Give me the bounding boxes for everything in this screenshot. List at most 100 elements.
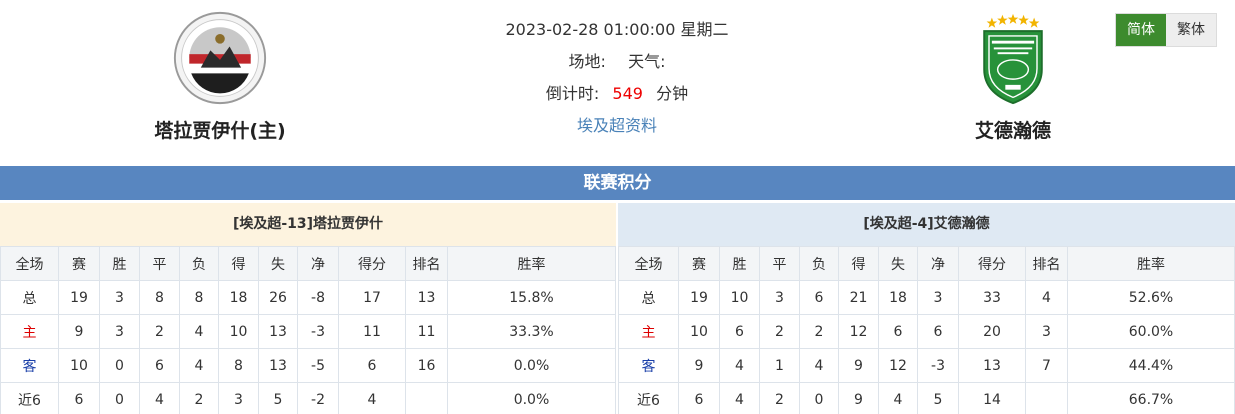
league-info-link[interactable]: 埃及超资料	[577, 116, 657, 135]
cell-played: 9	[678, 348, 720, 383]
column-header-rank: 排名	[1025, 246, 1068, 281]
cell-win: 4	[719, 348, 760, 383]
cell-draw: 6	[139, 348, 180, 383]
cell-loss: 4	[179, 314, 219, 349]
traditional-chinese-button[interactable]: 繁体	[1166, 14, 1216, 46]
home-team-name[interactable]: 塔拉贾伊什(主)	[120, 116, 320, 143]
cell-rank: 13	[405, 280, 448, 315]
cell-goals-against: 6	[878, 314, 918, 349]
cell-rank: 4	[1025, 280, 1068, 315]
cell-played: 9	[58, 314, 100, 349]
away-standings-table: 全场赛胜平负得失净得分 排名 胜率 总 19 10 3 6 21 18 3 33 4 52.6% 主 10 6…	[618, 246, 1235, 414]
cell-goals-for: 10	[218, 314, 259, 349]
column-header-points: 得分	[958, 246, 1026, 281]
cell-goal-diff: 6	[917, 314, 959, 349]
cell-played: 6	[678, 382, 720, 414]
cell-rank: 16	[405, 348, 448, 383]
home-standings-table: 全场赛胜平负得失净得分 排名 胜率 总 19 3 8 8 18 26 -8 17 13 15.8% 主 9 3…	[0, 246, 616, 414]
cell-win: 3	[99, 280, 140, 315]
cell-loss: 2	[799, 314, 839, 349]
column-header-goal-diff: 净	[917, 246, 959, 281]
cell-goal-diff: -3	[917, 348, 959, 383]
venue-weather-row: 场地: 天气:	[417, 46, 817, 78]
table-row: 总 19 10 3 6 21 18 3 33 4 52.6%	[618, 280, 1235, 315]
cell-scope: 客	[618, 348, 679, 383]
cell-goal-diff: -3	[297, 314, 339, 349]
column-header-loss: 负	[179, 246, 219, 281]
cell-scope: 近6	[0, 382, 59, 414]
cell-points: 33	[958, 280, 1026, 315]
cell-played: 6	[58, 382, 100, 414]
cell-win-rate: 44.4%	[1067, 348, 1235, 383]
cell-goals-against: 26	[258, 280, 298, 315]
table-row: 总 19 3 8 8 18 26 -8 17 13 15.8%	[0, 280, 616, 315]
cell-win: 0	[99, 348, 140, 383]
away-standings-title: [埃及超-4]艾德瀚德	[618, 203, 1235, 246]
cell-goals-against: 13	[258, 348, 298, 383]
cell-win: 6	[719, 314, 760, 349]
column-header-played: 赛	[58, 246, 100, 281]
weather-label: 天气:	[628, 52, 666, 71]
column-header-goals-for: 得	[838, 246, 879, 281]
column-header-win: 胜	[719, 246, 760, 281]
simplified-chinese-button[interactable]: 简体	[1116, 14, 1166, 46]
away-team: 艾德瀚德	[913, 10, 1113, 143]
cell-goal-diff: 3	[917, 280, 959, 315]
column-header-goals-against: 失	[258, 246, 298, 281]
cell-goals-against: 12	[878, 348, 918, 383]
column-header-draw: 平	[139, 246, 180, 281]
table-row: 近6 6 0 4 2 3 5 -2 4 0.0%	[0, 382, 616, 414]
column-header-scope: 全场	[618, 246, 679, 281]
cell-scope: 主	[618, 314, 679, 349]
cell-rank	[1025, 382, 1068, 414]
cell-scope: 总	[0, 280, 59, 315]
cell-scope: 主	[0, 314, 59, 349]
countdown-label: 倒计时:	[545, 84, 600, 103]
cell-draw: 4	[139, 382, 180, 414]
cell-win: 3	[99, 314, 140, 349]
column-header-scope: 全场	[0, 246, 59, 281]
cell-points: 4	[338, 382, 406, 414]
table-row: 客 10 0 6 4 8 13 -5 6 16 0.0%	[0, 348, 616, 383]
table-row: 主 10 6 2 2 12 6 6 20 3 60.0%	[618, 314, 1235, 349]
away-header-row: 全场赛胜平负得失净得分 排名 胜率	[618, 246, 1235, 281]
cell-scope: 客	[0, 348, 59, 383]
cell-loss: 4	[179, 348, 219, 383]
cell-win-rate: 66.7%	[1067, 382, 1235, 414]
column-header-goal-diff: 净	[297, 246, 339, 281]
cell-win: 0	[99, 382, 140, 414]
cell-goals-for: 21	[838, 280, 879, 315]
away-team-name[interactable]: 艾德瀚德	[913, 116, 1113, 143]
cell-points: 17	[338, 280, 406, 315]
cell-goals-for: 18	[218, 280, 259, 315]
cell-loss: 6	[799, 280, 839, 315]
cell-goals-against: 13	[258, 314, 298, 349]
cell-win-rate: 0.0%	[447, 348, 616, 383]
cell-goals-against: 18	[878, 280, 918, 315]
cell-played: 19	[678, 280, 720, 315]
cell-goals-for: 12	[838, 314, 879, 349]
cell-scope: 近6	[618, 382, 679, 414]
cell-points: 11	[338, 314, 406, 349]
cell-goals-for: 3	[218, 382, 259, 414]
cell-goals-for: 9	[838, 382, 879, 414]
el-geish-crest-logo	[173, 11, 267, 105]
cell-draw: 2	[759, 382, 800, 414]
column-header-win-rate: 胜率	[1067, 246, 1235, 281]
column-header-played: 赛	[678, 246, 720, 281]
cell-win: 4	[719, 382, 760, 414]
cell-rank: 7	[1025, 348, 1068, 383]
alittihad-alexandria-crest-logo	[983, 13, 1043, 105]
match-info: 2023-02-28 01:00:00 星期二 场地: 天气: 倒计时: 549…	[417, 14, 817, 142]
column-header-goals-for: 得	[218, 246, 259, 281]
cell-goals-against: 4	[878, 382, 918, 414]
cell-played: 19	[58, 280, 100, 315]
cell-goal-diff: -2	[297, 382, 339, 414]
cell-draw: 2	[139, 314, 180, 349]
table-row: 近6 6 4 2 0 9 4 5 14 66.7%	[618, 382, 1235, 414]
table-row: 主 9 3 2 4 10 13 -3 11 11 33.3%	[0, 314, 616, 349]
cell-win-rate: 52.6%	[1067, 280, 1235, 315]
cell-goal-diff: -5	[297, 348, 339, 383]
cell-played: 10	[678, 314, 720, 349]
venue-label: 场地:	[568, 52, 606, 71]
